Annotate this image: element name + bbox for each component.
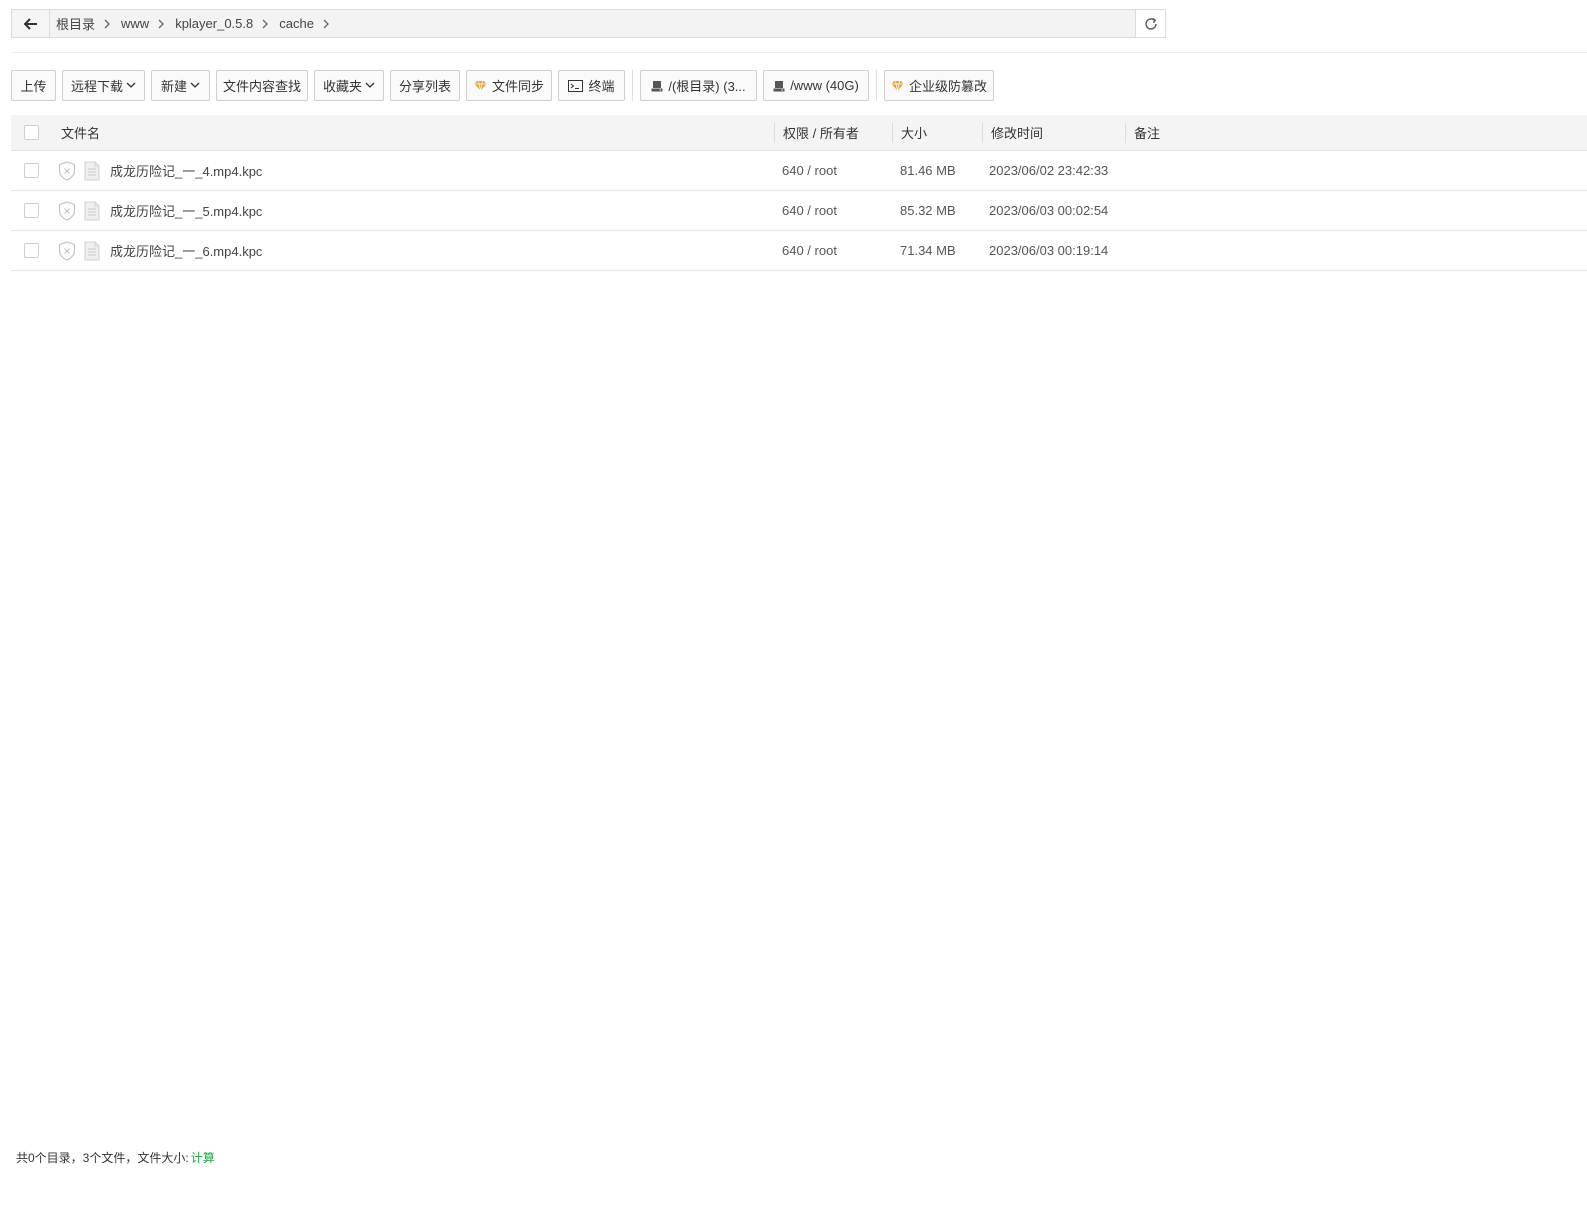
column-divider	[774, 123, 775, 143]
breadcrumb-label: kplayer_0.5.8	[175, 16, 254, 31]
file-name[interactable]: 成龙历险记_一_6.mp4.kpc	[110, 231, 262, 270]
favorites-button[interactable]: 收藏夹	[314, 70, 384, 101]
file-icon	[84, 231, 100, 270]
table-header: 文件名 权限 / 所有者 大小 修改时间 备注	[11, 115, 1587, 151]
row-checkbox[interactable]	[24, 163, 39, 178]
breadcrumb-item-cache[interactable]: cache	[279, 16, 340, 31]
file-name[interactable]: 成龙历险记_一_5.mp4.kpc	[110, 191, 262, 230]
file-size: 85.32 MB	[900, 203, 956, 218]
disk-www-label: /www (40G)	[790, 78, 859, 93]
breadcrumb: 根目录 www kplayer_0.5.8 cache	[50, 10, 1135, 37]
breadcrumb-label: 根目录	[56, 17, 96, 32]
row-select-cell	[24, 191, 39, 230]
tamper-proof-button[interactable]: 企业级防篡改	[884, 70, 994, 101]
file-size: 71.34 MB	[900, 243, 956, 258]
row-select-cell	[24, 151, 39, 190]
file-icon	[84, 151, 100, 190]
file-permission[interactable]: 640 / root	[782, 191, 837, 230]
select-all-checkbox[interactable]	[24, 125, 39, 140]
new-button[interactable]: 新建	[151, 70, 210, 101]
refresh-button[interactable]	[1135, 10, 1165, 37]
status-footer: 共0个目录，3个文件，文件大小: 计算	[16, 1149, 215, 1166]
remote-download-button[interactable]: 远程下载	[62, 70, 145, 101]
share-list-label: 分享列表	[398, 79, 451, 94]
column-header-note[interactable]: 备注	[1134, 115, 1160, 150]
toolbar: 上传 远程下载 新建 文件内容查找 收藏夹 分享列表 文件同步 终端 /(根目录…	[11, 70, 1000, 101]
chevron-right-icon	[262, 19, 269, 29]
breadcrumb-item-kplayer[interactable]: kplayer_0.5.8	[175, 16, 279, 31]
breadcrumb-item-www[interactable]: www	[121, 16, 175, 31]
file-mtime: 2023/06/03 00:19:14	[989, 243, 1109, 258]
file-sync-label: 文件同步	[491, 79, 544, 94]
column-divider	[1125, 123, 1126, 143]
column-header-mtime[interactable]: 修改时间	[991, 115, 1043, 150]
column-header-name[interactable]: 文件名	[61, 115, 100, 150]
content-search-label: 文件内容查找	[222, 79, 301, 94]
file-manager: 根目录 www kplayer_0.5.8 cache 上传 远程下载 新建 文…	[0, 0, 1587, 1218]
content-search-button[interactable]: 文件内容查找	[216, 70, 308, 101]
summary-text: 共0个目录，3个文件，文件大小:	[16, 1151, 189, 1165]
back-button[interactable]	[12, 10, 50, 37]
breadcrumb-label: www	[121, 16, 150, 31]
disk-icon	[651, 80, 663, 92]
table-row[interactable]: 成龙历险记_一_4.mp4.kpc 640 / root 81.46 MB 20…	[11, 151, 1587, 191]
file-permission[interactable]: 640 / root	[782, 231, 837, 270]
file-mtime: 2023/06/02 23:42:33	[989, 163, 1109, 178]
divider	[11, 52, 1587, 53]
new-label: 新建	[160, 79, 187, 94]
file-size: 81.46 MB	[900, 163, 956, 178]
breadcrumb-label: cache	[279, 16, 314, 31]
chevron-right-icon	[323, 19, 329, 29]
file-name[interactable]: 成龙历险记_一_4.mp4.kpc	[110, 151, 262, 190]
upload-button[interactable]: 上传	[11, 70, 56, 101]
column-header-permission[interactable]: 权限 / 所有者	[783, 115, 859, 150]
arrow-left-icon	[23, 17, 37, 30]
shield-icon[interactable]	[58, 151, 76, 190]
terminal-label: 终端	[588, 79, 615, 94]
disk-root-button[interactable]: /(根目录) (3...	[640, 70, 757, 101]
chevron-down-icon	[190, 82, 200, 89]
column-divider	[892, 123, 893, 143]
terminal-button[interactable]: 终端	[558, 70, 625, 101]
share-list-button[interactable]: 分享列表	[390, 70, 460, 101]
upload-label: 上传	[20, 79, 47, 94]
column-divider	[982, 123, 983, 143]
terminal-icon	[568, 79, 584, 92]
file-mtime: 2023/06/03 00:02:54	[989, 203, 1109, 218]
gem-icon	[474, 80, 487, 91]
path-bar: 根目录 www kplayer_0.5.8 cache	[11, 9, 1166, 38]
divider	[876, 70, 877, 101]
tamper-proof-label: 企业级防篡改	[908, 79, 987, 94]
file-permission[interactable]: 640 / root	[782, 151, 837, 190]
shield-icon[interactable]	[58, 191, 76, 230]
chevron-down-icon	[126, 82, 136, 89]
file-sync-button[interactable]: 文件同步	[466, 70, 552, 101]
refresh-icon	[1144, 17, 1157, 30]
table-row[interactable]: 成龙历险记_一_5.mp4.kpc 640 / root 85.32 MB 20…	[11, 191, 1587, 231]
favorites-label: 收藏夹	[322, 79, 362, 94]
calculate-size-link[interactable]: 计算	[191, 1149, 215, 1166]
disk-www-button[interactable]: /www (40G)	[763, 70, 869, 101]
disk-root-label: /(根目录) (3...	[668, 79, 746, 94]
shield-icon[interactable]	[58, 231, 76, 270]
divider	[632, 70, 633, 101]
file-table: 文件名 权限 / 所有者 大小 修改时间 备注 成龙历险记_一_4.mp4.kp…	[11, 115, 1587, 271]
file-icon	[84, 191, 100, 230]
column-header-size[interactable]: 大小	[901, 115, 927, 150]
table-row[interactable]: 成龙历险记_一_6.mp4.kpc 640 / root 71.34 MB 20…	[11, 231, 1587, 271]
select-all-cell	[24, 115, 39, 150]
disk-icon	[773, 80, 785, 92]
row-checkbox[interactable]	[24, 243, 39, 258]
row-select-cell	[24, 231, 39, 270]
chevron-down-icon	[365, 82, 375, 89]
gem-icon	[891, 80, 904, 91]
row-checkbox[interactable]	[24, 203, 39, 218]
breadcrumb-item-root[interactable]: 根目录	[56, 14, 121, 33]
chevron-right-icon	[104, 19, 110, 29]
chevron-right-icon	[158, 19, 165, 29]
remote-download-label: 远程下载	[70, 79, 123, 94]
